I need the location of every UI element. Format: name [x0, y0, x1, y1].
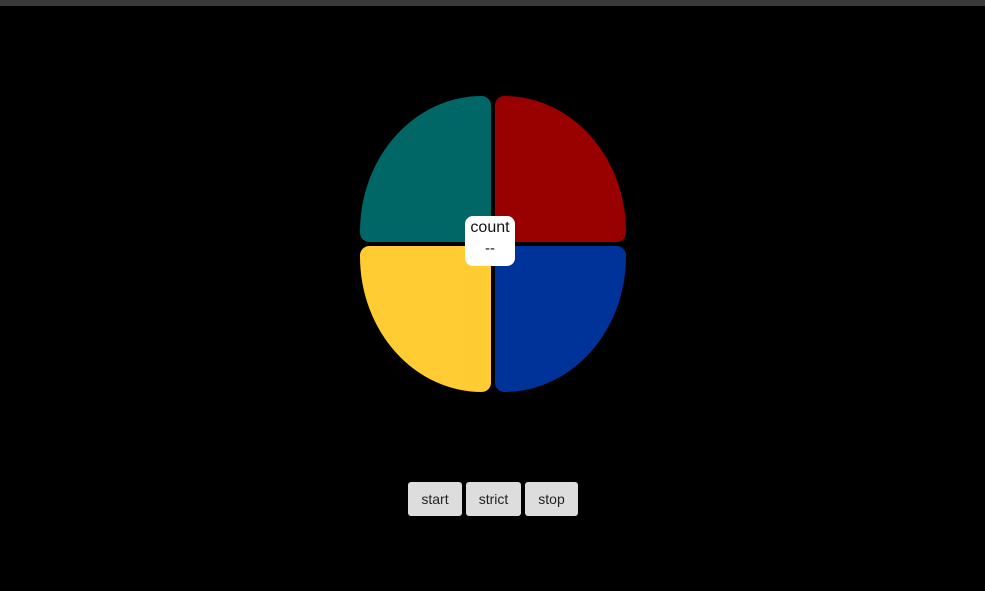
simon-board: count --: [358, 94, 628, 394]
count-label: count: [470, 219, 510, 236]
stop-button[interactable]: stop: [525, 482, 578, 516]
strict-button[interactable]: strict: [466, 482, 521, 516]
top-bar: [0, 0, 985, 6]
control-buttons: start strict stop: [408, 482, 578, 516]
yellow-pad[interactable]: [360, 246, 491, 392]
start-button[interactable]: start: [408, 482, 462, 516]
count-display: count --: [465, 216, 515, 266]
blue-pad[interactable]: [495, 246, 626, 392]
count-value: --: [485, 240, 495, 257]
